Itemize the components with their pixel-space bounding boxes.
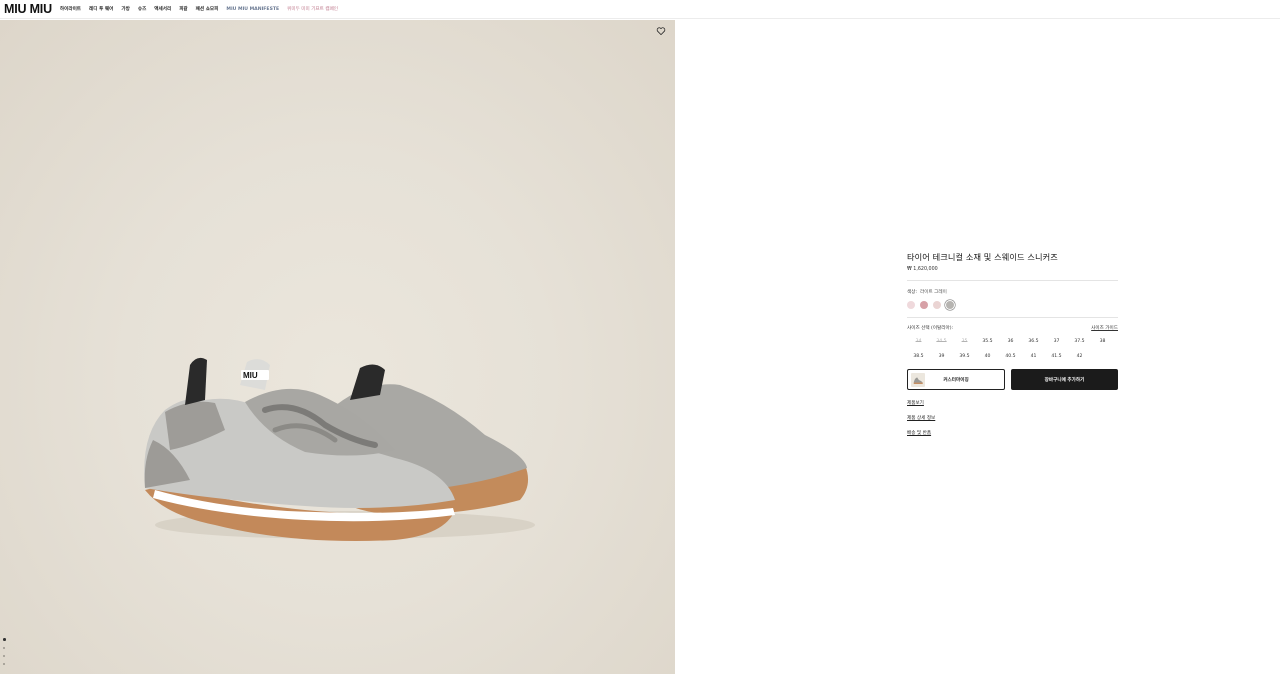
swatch-blush[interactable]	[933, 301, 941, 309]
size-option-34[interactable]: 34	[907, 339, 930, 344]
add-to-cart-button[interactable]: 장바구니에 추가하기	[1011, 369, 1118, 390]
customize-label: 커스터마이징	[943, 377, 969, 383]
size-option-37-5[interactable]: 37.5	[1068, 339, 1091, 344]
top-navigation-bar: MIU MIU 하이라이트 레디 투 웨어 가방 슈즈 액세서리 피갈 패션 쇼…	[0, 0, 1280, 19]
pager-dot-1[interactable]	[3, 638, 6, 641]
brand-logo[interactable]: MIU MIU	[4, 3, 52, 16]
size-option-40-5[interactable]: 40.5	[999, 354, 1022, 359]
size-option-34-5[interactable]: 34.5	[930, 339, 953, 344]
main-nav: 하이라이트 레디 투 웨어 가방 슈즈 액세서리 피갈 패션 쇼모피 MIU M…	[60, 6, 346, 13]
product-title: 타이어 테크니컬 소재 및 스웨이드 스니커즈	[907, 252, 1058, 262]
color-value: 라이트 그레이	[920, 290, 947, 295]
size-option-40[interactable]: 40	[976, 354, 999, 359]
size-option-39[interactable]: 39	[930, 354, 953, 359]
size-option-37[interactable]: 37	[1045, 339, 1068, 344]
size-header: 사이즈 선택 (이탈리아): 사이즈 가이드	[907, 325, 1118, 331]
swatch-dusty-rose[interactable]	[920, 301, 928, 309]
sneaker-product-image: MIU	[144, 357, 535, 541]
nav-item-campaign[interactable]: 위미두 미미 기프트 캠페인	[287, 6, 338, 12]
nav-item-fragrance[interactable]: 피갈	[179, 6, 187, 12]
pager-dot-2[interactable]	[3, 646, 5, 649]
nav-item-bags[interactable]: 가방	[121, 6, 129, 12]
link-details[interactable]: 제품보기	[907, 400, 924, 406]
size-option-36[interactable]: 36	[999, 339, 1022, 344]
nav-item-highlights[interactable]: 하이라이트	[60, 6, 81, 12]
pager-dot-3[interactable]	[3, 654, 5, 657]
image-pager	[3, 638, 6, 665]
nav-item-fashion-show[interactable]: 패션 쇼모피	[196, 6, 219, 12]
size-option-38[interactable]: 38	[1091, 339, 1114, 344]
nav-item-shoes[interactable]: 슈즈	[138, 6, 146, 12]
color-selection: 색상: 라이트 그레이	[907, 289, 1118, 295]
product-price: ₩ 1,620,000	[907, 267, 938, 272]
nav-item-ready-to-wear[interactable]: 레디 투 웨어	[89, 6, 113, 12]
customize-button[interactable]: 커스터마이징	[907, 369, 1005, 390]
size-guide-link[interactable]: 사이즈 가이드	[1091, 325, 1118, 331]
link-shipping[interactable]: 배송 및 반품	[907, 430, 931, 436]
size-option-39-5[interactable]: 39.5	[953, 354, 976, 359]
swatch-light-gray[interactable]	[946, 301, 954, 309]
divider	[907, 317, 1118, 318]
link-product-info[interactable]: 제품 상세 정보	[907, 415, 935, 421]
size-option-36-5[interactable]: 36.5	[1022, 339, 1045, 344]
size-label: 사이즈 선택 (이탈리아):	[907, 326, 954, 331]
divider	[907, 280, 1118, 281]
size-option-41-5[interactable]: 41.5	[1045, 354, 1068, 359]
swatch-pale-pink[interactable]	[907, 301, 915, 309]
info-links: 제품보기 제품 상세 정보 배송 및 반품	[907, 400, 1118, 436]
product-info-panel: 타이어 테크니컬 소재 및 스웨이드 스니커즈 ₩ 1,620,000 색상: …	[907, 251, 1118, 436]
purchase-actions: 커스터마이징 장바구니에 추가하기	[907, 369, 1118, 390]
size-option-38-5[interactable]: 38.5	[907, 354, 930, 359]
svg-text:MIU: MIU	[243, 371, 258, 380]
size-grid: 34 34.5 35 35.5 36 36.5 37 37.5 38 38.5 …	[907, 339, 1118, 359]
pager-dot-4[interactable]	[3, 662, 5, 665]
color-swatches	[907, 301, 1118, 309]
nav-item-manifesto[interactable]: MIU MIU MANIFESTE	[226, 7, 279, 12]
nav-item-accessories[interactable]: 액세서리	[154, 6, 171, 12]
heart-outline-icon[interactable]	[656, 26, 666, 36]
color-label: 색상:	[907, 290, 918, 295]
size-option-35-5[interactable]: 35.5	[976, 339, 999, 344]
size-option-35[interactable]: 35	[953, 339, 976, 344]
size-option-42[interactable]: 42	[1068, 354, 1091, 359]
product-image-gallery[interactable]: MIU	[0, 20, 675, 674]
size-option-41[interactable]: 41	[1022, 354, 1045, 359]
